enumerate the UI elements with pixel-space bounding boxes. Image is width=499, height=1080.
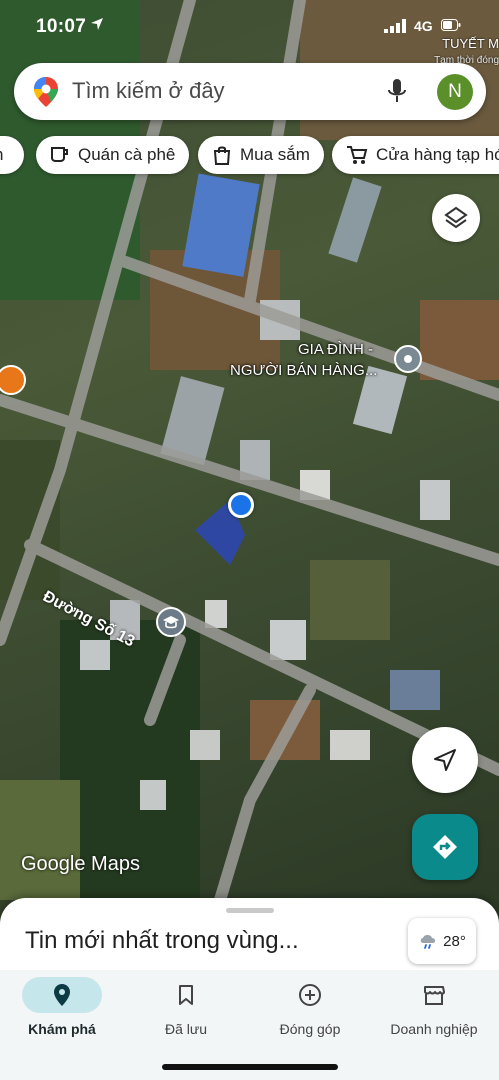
account-avatar[interactable]: N	[437, 74, 473, 110]
weather-temp: 28°	[443, 932, 466, 950]
nav-contribute-icon-wrap	[270, 977, 350, 1013]
place-poi-marker[interactable]	[394, 345, 422, 373]
battery-icon	[441, 19, 461, 31]
weather-cloud-rain-icon	[420, 935, 436, 949]
map-place-label-line2[interactable]: NGƯỜI BÁN HÀNG...	[230, 362, 377, 379]
school-poi-marker[interactable]	[156, 607, 186, 637]
add-circle-icon	[299, 984, 321, 1006]
directions-button[interactable]	[412, 814, 478, 880]
map-place-label-top[interactable]: TUYẾT M	[442, 36, 499, 51]
bookmark-icon	[179, 985, 193, 1005]
nav-contribute[interactable]: Đóng góp	[248, 970, 372, 1050]
location-arrow-icon	[91, 18, 103, 30]
chip-shopping[interactable]: Mua sắm	[198, 136, 324, 174]
navigation-arrow-icon	[434, 749, 456, 771]
sheet-title[interactable]: Tin mới nhất trong vùng...	[25, 927, 299, 955]
home-indicator[interactable]	[162, 1064, 338, 1070]
nav-label: Khám phá	[28, 1021, 96, 1037]
coffee-icon	[51, 147, 68, 162]
shopping-bag-icon	[213, 146, 231, 165]
cellular-signal-icon	[384, 19, 406, 33]
status-time: 10:07	[36, 16, 87, 37]
weather-chip[interactable]: 28°	[408, 918, 476, 964]
chip-label: Cửa hàng tạp hó	[376, 145, 499, 164]
chip-coffee[interactable]: Quán cà phê	[36, 136, 190, 174]
my-location-button[interactable]	[412, 727, 478, 793]
chip-label: Quán cà phê	[78, 145, 176, 164]
nav-label: Đóng góp	[279, 1021, 341, 1037]
nav-saved-icon-wrap	[146, 977, 226, 1013]
chip-grocery[interactable]: Cửa hàng tạp hó	[332, 136, 499, 174]
chip-label: n	[0, 145, 3, 165]
search-input[interactable]	[72, 75, 372, 107]
status-bar: 10:07 4G	[0, 0, 499, 52]
nav-business-icon-wrap	[394, 977, 474, 1013]
network-type: 4G	[414, 18, 433, 34]
nav-label: Doanh nghiệp	[390, 1021, 478, 1037]
explore-pin-icon	[54, 984, 70, 1006]
sheet-drag-handle[interactable]	[226, 908, 274, 913]
school-icon	[163, 616, 179, 629]
map-layers-button[interactable]	[432, 194, 480, 242]
nav-saved[interactable]: Đã lưu	[124, 970, 248, 1050]
layers-icon	[444, 206, 468, 229]
storefront-icon	[424, 986, 445, 1005]
map-place-label-line1[interactable]: GIA ĐÌNH -	[298, 341, 373, 358]
google-maps-logo: Google Maps	[21, 853, 140, 875]
nav-explore[interactable]: Khám phá	[0, 970, 124, 1050]
nav-explore-highlight	[22, 977, 102, 1013]
directions-icon	[433, 835, 457, 859]
my-location-dot	[228, 492, 254, 518]
chip-label: Mua sắm	[240, 145, 310, 164]
nav-business[interactable]: Doanh nghiệp	[372, 970, 496, 1050]
cart-icon	[347, 146, 368, 164]
search-bar[interactable]: N	[14, 63, 486, 120]
google-maps-pin-icon	[34, 77, 58, 107]
nav-label: Đã lưu	[164, 1021, 208, 1037]
microphone-icon[interactable]	[388, 79, 406, 105]
